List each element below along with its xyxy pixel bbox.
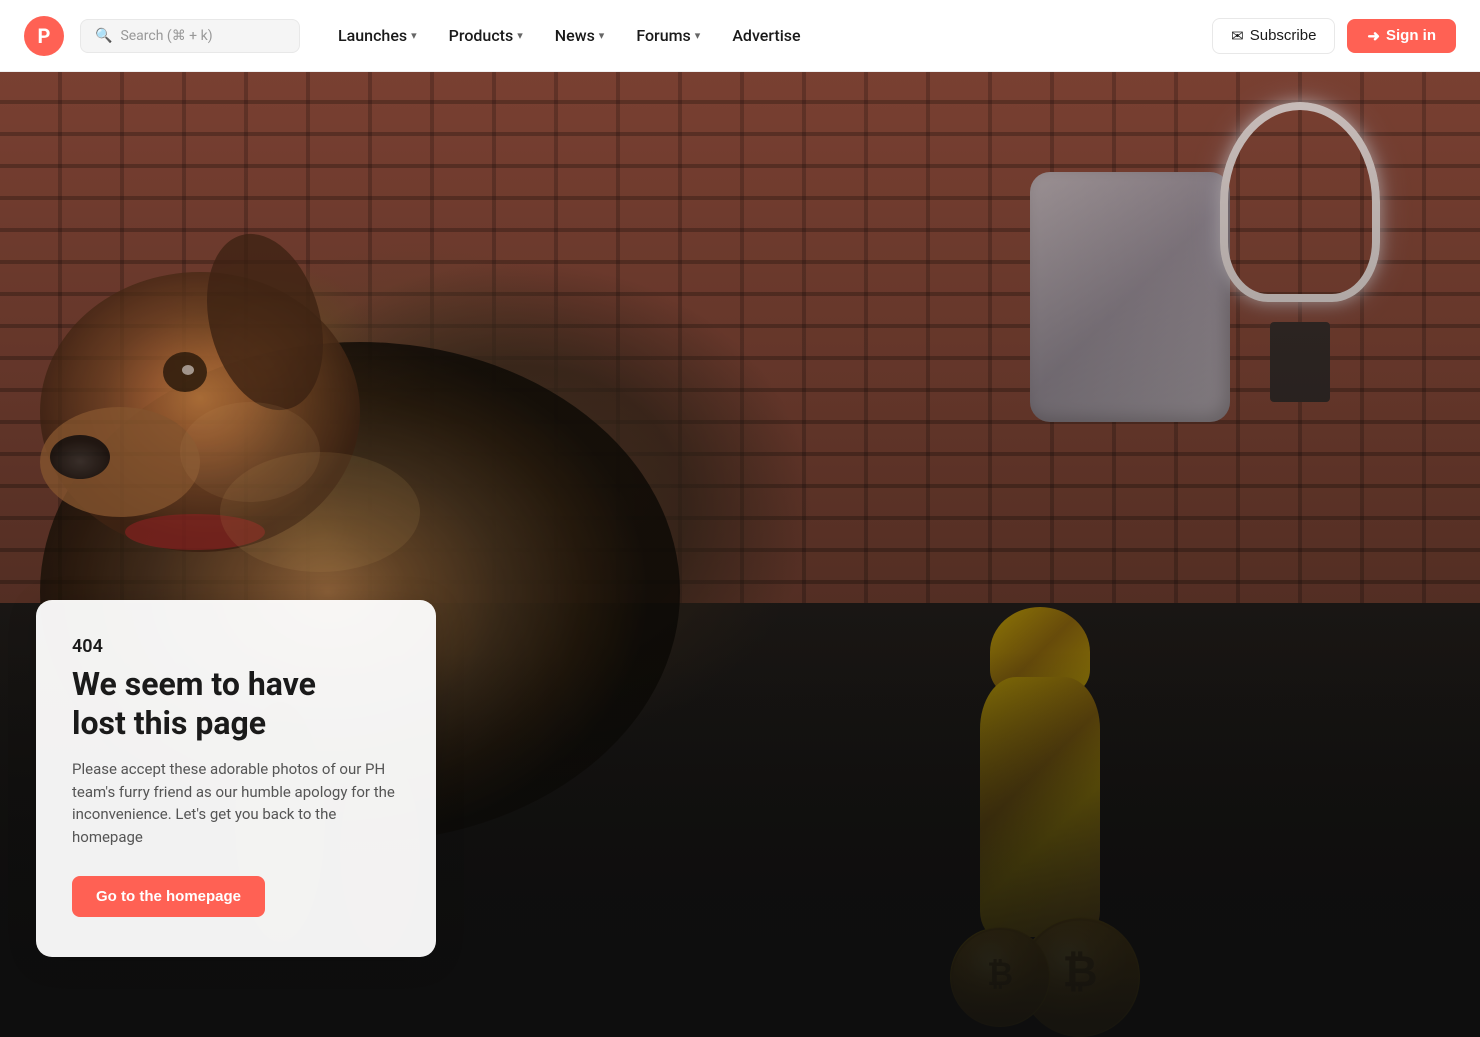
logo-icon: P <box>24 16 64 56</box>
error-title: We seem to have lost this page <box>72 665 400 742</box>
hero-area: ₿ ₿ <box>0 72 1480 1037</box>
user-icon: ➜ <box>1367 27 1380 45</box>
search-input: Search (⌘ + k) <box>120 28 212 44</box>
chevron-down-icon: ▾ <box>695 29 701 42</box>
nav-right-actions: ✉ Subscribe ➜ Sign in <box>1212 18 1456 54</box>
signin-button[interactable]: ➜ Sign in <box>1347 19 1456 53</box>
search-icon: 🔍 <box>95 28 112 44</box>
nav-products[interactable]: Products ▾ <box>435 18 537 53</box>
chevron-down-icon: ▾ <box>517 29 523 42</box>
error-description: Please accept these adorable photos of o… <box>72 758 400 848</box>
subscribe-button[interactable]: ✉ Subscribe <box>1212 18 1335 54</box>
chevron-down-icon: ▾ <box>411 29 417 42</box>
go-to-homepage-button[interactable]: Go to the homepage <box>72 876 265 917</box>
nav-launches[interactable]: Launches ▾ <box>324 18 431 53</box>
nav-news[interactable]: News ▾ <box>541 18 619 53</box>
nav-advertise[interactable]: Advertise <box>718 18 814 53</box>
envelope-icon: ✉ <box>1231 27 1244 45</box>
error-code: 404 <box>72 636 400 657</box>
nav-forums[interactable]: Forums ▾ <box>622 18 714 53</box>
logo[interactable]: P <box>24 16 64 56</box>
chevron-down-icon: ▾ <box>599 29 605 42</box>
search-bar[interactable]: 🔍 Search (⌘ + k) <box>80 19 300 53</box>
navbar: P 🔍 Search (⌘ + k) Launches ▾ Products ▾… <box>0 0 1480 72</box>
nav-items: Launches ▾ Products ▾ News ▾ Forums ▾ Ad… <box>324 18 1212 53</box>
error-card: 404 We seem to have lost this page Pleas… <box>36 600 436 957</box>
